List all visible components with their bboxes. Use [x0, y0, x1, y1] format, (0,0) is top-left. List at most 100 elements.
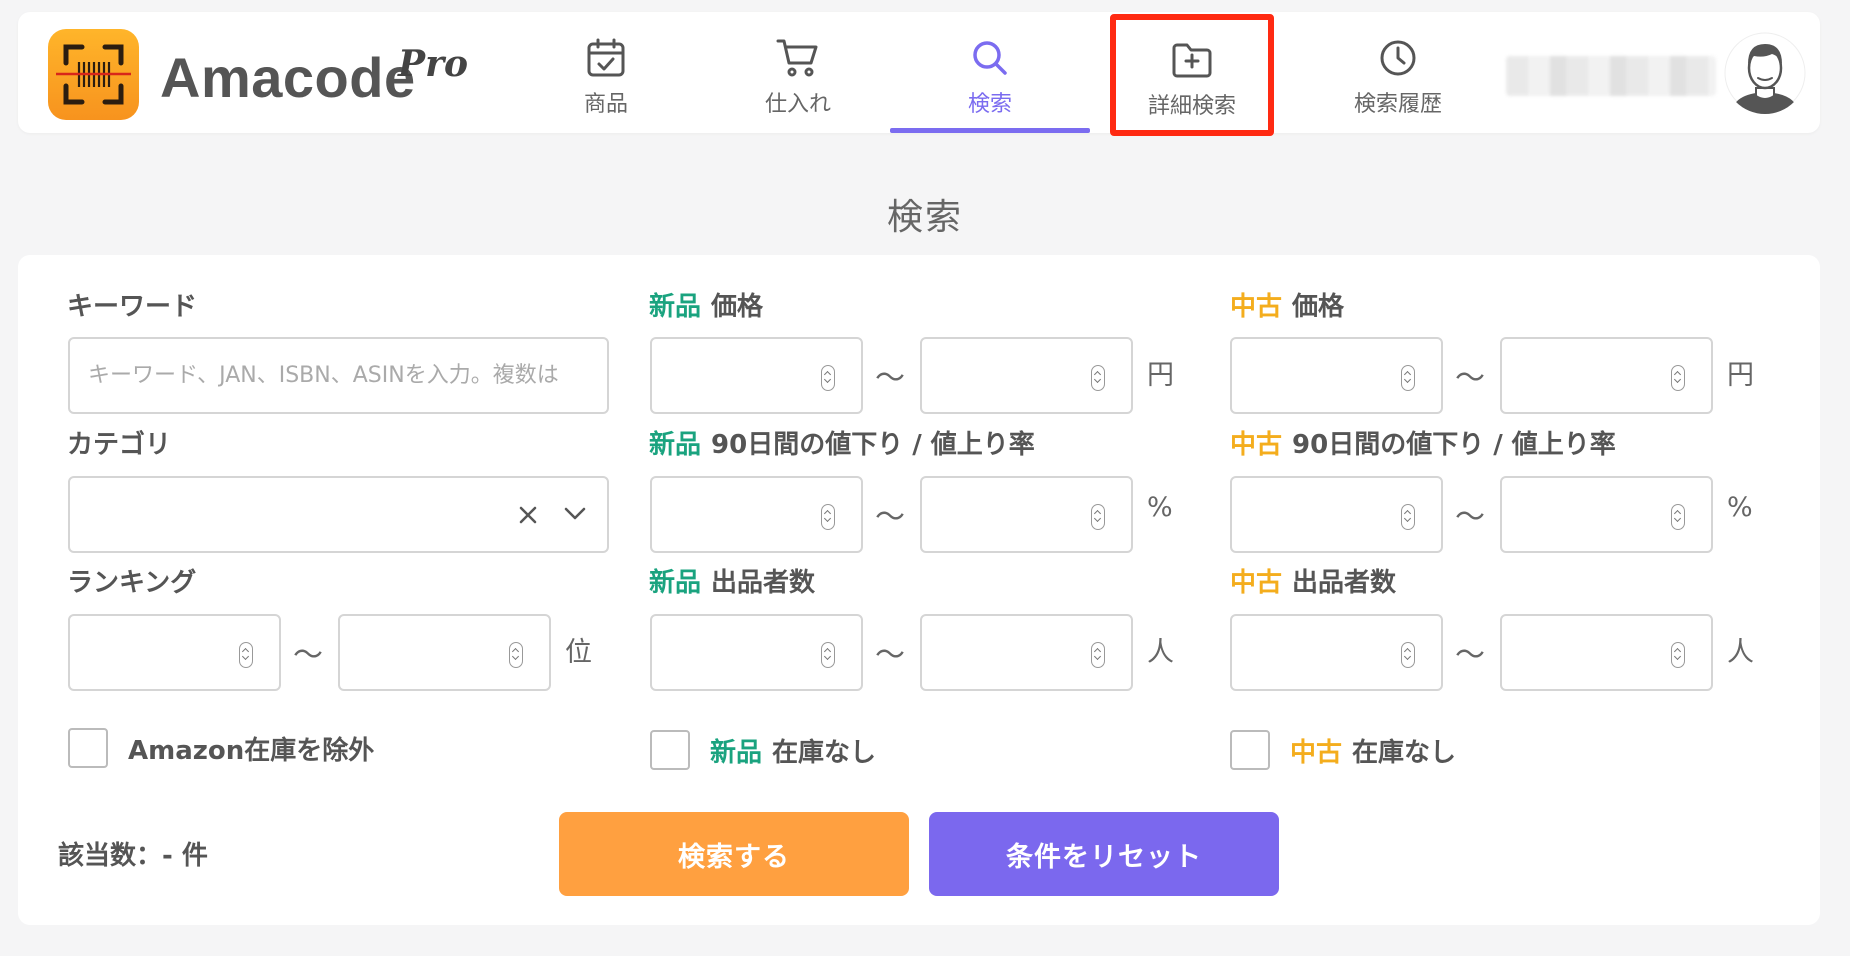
new-sellers-min-input[interactable]: [650, 614, 863, 691]
used-price-max-input[interactable]: [1500, 337, 1713, 414]
used-rate-unit: %: [1727, 492, 1753, 523]
new-rate-min-input[interactable]: [650, 476, 863, 553]
stepper-icon[interactable]: [821, 504, 835, 530]
rate-label-text: 90日間の値下り / 値上り率: [1292, 430, 1616, 460]
used-no-stock-checkbox-row[interactable]: 中古 在庫なし: [1230, 730, 1456, 770]
stepper-icon[interactable]: [1091, 365, 1105, 391]
new-no-stock-checkbox-row[interactable]: 新品 在庫なし: [650, 730, 876, 770]
clear-icon[interactable]: [517, 504, 539, 530]
stepper-icon[interactable]: [1401, 642, 1415, 668]
user-avatar[interactable]: [1724, 32, 1806, 114]
stepper-icon[interactable]: [1671, 504, 1685, 530]
used-price-unit: 円: [1727, 360, 1754, 391]
top-nav-bar: Amacode Pro 商品 仕入れ 検索 詳細検索 検索履歴: [18, 12, 1820, 136]
new-price-unit: 円: [1147, 360, 1174, 391]
stepper-icon[interactable]: [821, 365, 835, 391]
calendar-check-icon: [585, 34, 627, 82]
exclude-amazon-checkbox[interactable]: [68, 728, 108, 768]
stepper-icon[interactable]: [1671, 642, 1685, 668]
price-label-text: 価格: [1292, 292, 1345, 322]
stepper-icon[interactable]: [1401, 365, 1415, 391]
stepper-icon[interactable]: [1091, 642, 1105, 668]
used-price-label: 中古 価格: [1230, 286, 1344, 323]
folder-plus-icon: [1171, 36, 1213, 84]
price-label-text: 価格: [711, 292, 764, 322]
new-price-min-input[interactable]: [650, 337, 863, 414]
nav-label: 商品: [583, 92, 628, 117]
ranking-unit: 位: [565, 637, 592, 668]
used-tag: 中古: [1230, 568, 1283, 598]
used-sellers-min-input[interactable]: [1230, 614, 1443, 691]
search-icon: [970, 34, 1010, 82]
stepper-icon[interactable]: [1671, 365, 1685, 391]
range-separator: 〜: [875, 638, 905, 673]
used-sellers-max-input[interactable]: [1500, 614, 1713, 691]
new-no-stock-checkbox[interactable]: [650, 730, 690, 770]
nav-advanced-search[interactable]: 詳細検索: [1110, 14, 1274, 136]
brand-name: Amacode: [160, 46, 416, 109]
nav-search[interactable]: 検索: [890, 12, 1090, 133]
new-tag: 新品: [649, 430, 702, 460]
reset-button[interactable]: 条件をリセット: [929, 812, 1279, 896]
new-rate-label: 新品 90日間の値下り / 値上り率: [649, 424, 1035, 461]
used-tag: 中古: [1230, 430, 1283, 460]
new-sellers-max-input[interactable]: [920, 614, 1133, 691]
used-price-min-input[interactable]: [1230, 337, 1443, 414]
category-select[interactable]: [68, 476, 609, 553]
stepper-icon[interactable]: [239, 642, 253, 668]
new-tag: 新品: [710, 737, 763, 768]
sellers-label-text: 出品者数: [711, 568, 816, 598]
used-tag: 中古: [1230, 292, 1283, 322]
ranking-min-input[interactable]: [68, 614, 281, 691]
ranking-label: ランキング: [67, 568, 197, 598]
amacode-logo-icon[interactable]: [48, 29, 139, 120]
new-sellers-unit: 人: [1147, 637, 1174, 668]
used-rate-max-input[interactable]: [1500, 476, 1713, 553]
used-no-stock-checkbox[interactable]: [1230, 730, 1270, 770]
used-no-stock-label: 中古 在庫なし: [1290, 732, 1456, 769]
exclude-amazon-label: Amazon在庫を除外: [128, 735, 375, 766]
page-title: 検索: [886, 197, 963, 238]
chevron-down-icon[interactable]: [563, 506, 587, 526]
brand-pro-badge: Pro: [398, 43, 469, 85]
exclude-amazon-checkbox-row[interactable]: Amazon在庫を除外: [68, 728, 374, 768]
user-name-redacted: [1506, 56, 1716, 96]
new-tag: 新品: [649, 292, 702, 322]
stepper-icon[interactable]: [509, 642, 523, 668]
nav-products[interactable]: 商品: [536, 12, 676, 133]
nav-label: 検索履歴: [1353, 92, 1442, 117]
range-separator: 〜: [875, 500, 905, 535]
new-rate-unit: %: [1147, 492, 1173, 523]
range-separator: 〜: [1455, 361, 1485, 396]
range-separator: 〜: [875, 361, 905, 396]
rate-label-text: 90日間の値下り / 値上り率: [711, 430, 1035, 460]
used-sellers-label: 中古 出品者数: [1230, 562, 1396, 599]
used-rate-min-input[interactable]: [1230, 476, 1443, 553]
keyword-input[interactable]: キーワード、JAN、ISBN、ASINを入力。複数は: [68, 337, 609, 414]
stepper-icon[interactable]: [1401, 504, 1415, 530]
new-rate-max-input[interactable]: [920, 476, 1133, 553]
nav-label: 検索: [967, 92, 1012, 117]
new-tag: 新品: [649, 568, 702, 598]
range-separator: 〜: [1455, 500, 1485, 535]
new-price-label: 新品 価格: [649, 286, 763, 323]
ranking-max-input[interactable]: [338, 614, 551, 691]
new-price-max-input[interactable]: [920, 337, 1133, 414]
range-separator: 〜: [293, 638, 323, 673]
search-form-panel: キーワード キーワード、JAN、ISBN、ASINを入力。複数は カテゴリ ラン…: [18, 255, 1820, 925]
stepper-icon[interactable]: [821, 642, 835, 668]
sellers-label-text: 出品者数: [1292, 568, 1397, 598]
nav-label: 仕入れ: [764, 92, 831, 117]
no-stock-text: 在庫なし: [1352, 737, 1457, 768]
keyword-label: キーワード: [67, 292, 198, 322]
cart-icon: [776, 34, 820, 82]
no-stock-text: 在庫なし: [772, 737, 877, 768]
used-tag: 中古: [1290, 737, 1343, 768]
stepper-icon[interactable]: [1091, 504, 1105, 530]
nav-purchase[interactable]: 仕入れ: [728, 12, 868, 133]
range-separator: 〜: [1455, 638, 1485, 673]
nav-search-history[interactable]: 検索履歴: [1328, 12, 1468, 133]
new-sellers-label: 新品 出品者数: [649, 562, 815, 599]
search-button[interactable]: 検索する: [559, 812, 909, 896]
new-no-stock-label: 新品 在庫なし: [710, 732, 876, 769]
